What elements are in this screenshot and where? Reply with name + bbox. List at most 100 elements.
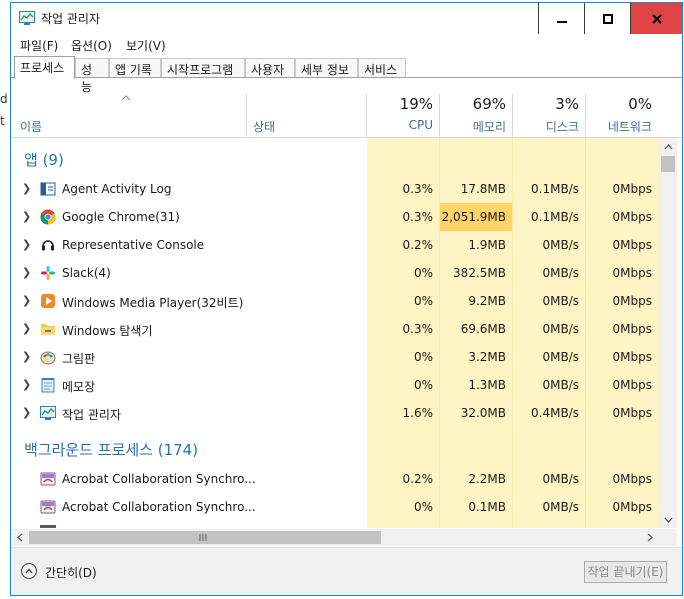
network-value: 0Mbps xyxy=(612,238,652,252)
scroll-left-button[interactable] xyxy=(11,529,28,546)
network-value: 0Mbps xyxy=(612,406,652,420)
task-manager-window: 작업 관리자 파일(F) 옵션(O) 보기(V) 프로세스 성능 앱 기록 시작… xyxy=(10,2,683,596)
column-network-percent[interactable]: 0% xyxy=(590,95,652,113)
chevron-right-icon[interactable]: ❯ xyxy=(22,182,31,195)
minimize-button[interactable] xyxy=(538,3,584,34)
cpu-value: 0.3% xyxy=(402,182,434,196)
process-row[interactable]: ❯ 작업 관리자 1.6% 32.0MB 0.4MB/s 0Mbps xyxy=(11,399,659,427)
process-row[interactable]: ❯ Representative Console 0.2% 1.9MB 0MB/… xyxy=(11,231,659,259)
vertical-scroll-thumb[interactable] xyxy=(661,156,675,172)
cpu-value: 0% xyxy=(413,378,433,392)
process-name: Agent Activity Log xyxy=(62,182,172,196)
menu-view[interactable]: 보기(V) xyxy=(126,37,166,54)
process-row[interactable]: ❯ Google Chrome(31) 0.3% 2,051.9MB 0.1MB… xyxy=(11,203,659,231)
group-header-background[interactable]: 백그라운드 프로세스 (174) xyxy=(11,434,659,462)
disk-value: 0.1MB/s xyxy=(531,210,579,224)
process-name: Windows 탐색기 xyxy=(62,324,153,338)
menu-options[interactable]: 옵션(O) xyxy=(71,37,112,54)
disk-value: 0.1MB/s xyxy=(531,182,579,196)
title-bar[interactable]: 작업 관리자 xyxy=(11,3,682,34)
cpu-value: 0% xyxy=(413,266,433,280)
group-header-apps[interactable]: 앱 (9) xyxy=(11,144,659,172)
slack-icon xyxy=(41,266,55,280)
tab-app-history[interactable]: 앱 기록 xyxy=(109,58,161,78)
tab-performance[interactable]: 성능 xyxy=(75,58,109,94)
horizontal-scrollbar[interactable] xyxy=(11,529,659,546)
scroll-left-icon xyxy=(16,533,22,542)
close-button[interactable] xyxy=(630,3,682,34)
memory-value: 3.2MB xyxy=(468,350,506,364)
scroll-right-button[interactable] xyxy=(641,529,658,546)
network-value: 0Mbps xyxy=(612,210,652,224)
process-row[interactable]: ❯ Slack(4) 0% 382.5MB 0MB/s 0Mbps xyxy=(11,259,659,287)
process-row[interactable]: ❯ 그림판 0% 3.2MB 0MB/s 0Mbps xyxy=(11,343,659,371)
tab-processes[interactable]: 프로세스 xyxy=(14,56,75,79)
column-memory-percent[interactable]: 69% xyxy=(444,95,506,113)
process-name: Acrobat Collaboration Synchro... xyxy=(62,472,256,486)
chevron-right-icon[interactable]: ❯ xyxy=(22,378,31,391)
network-value: 0Mbps xyxy=(612,182,652,196)
acrobat-sync-icon xyxy=(40,500,56,514)
chevron-right-icon[interactable]: ❯ xyxy=(22,294,31,307)
process-row[interactable]: ❯ Agent Activity Log 0.3% 17.8MB 0.1MB/s… xyxy=(11,175,659,203)
memory-value: 1.9MB xyxy=(468,238,506,252)
chevron-right-icon[interactable]: ❯ xyxy=(22,322,31,335)
disk-value: 0.4MB/s xyxy=(531,406,579,420)
menu-file[interactable]: 파일(F) xyxy=(20,37,58,54)
scroll-down-button[interactable] xyxy=(659,511,677,528)
chevron-up-icon xyxy=(25,568,33,574)
process-row[interactable]: ❯ Windows 탐색기 0.3% 69.6MB 0MB/s 0Mbps xyxy=(11,315,659,343)
column-cpu-percent[interactable]: 19% xyxy=(371,95,433,113)
tab-users[interactable]: 사용자 xyxy=(245,58,295,78)
memory-value: 17.8MB xyxy=(460,182,506,196)
minimize-icon xyxy=(556,20,567,23)
maximize-icon xyxy=(602,13,613,24)
sort-ascending-icon xyxy=(121,95,131,101)
agent-log-icon xyxy=(40,182,56,196)
maximize-button[interactable] xyxy=(584,3,630,34)
grip-icon xyxy=(199,534,207,541)
tab-details[interactable]: 세부 정보 xyxy=(295,58,358,78)
horizontal-scroll-thumb[interactable] xyxy=(29,531,381,544)
column-disk-percent[interactable]: 3% xyxy=(517,95,579,113)
network-value: 0Mbps xyxy=(612,500,652,514)
tab-startup[interactable]: 시작프로그램 xyxy=(161,58,245,78)
cpu-value: 0.2% xyxy=(402,472,434,486)
process-row[interactable]: ❯ 메모장 0% 1.3MB 0MB/s 0Mbps xyxy=(11,371,659,399)
column-memory[interactable]: 메모리 xyxy=(444,118,506,135)
column-disk[interactable]: 디스크 xyxy=(517,118,579,135)
acrobat-sync-icon xyxy=(40,472,56,486)
column-network[interactable]: 네트워크 xyxy=(590,118,652,135)
vertical-scrollbar[interactable] xyxy=(659,138,677,528)
process-row[interactable]: ❯ Windows Media Player(32비트) 0% 9.2MB 0M… xyxy=(11,287,659,315)
fewer-details-link[interactable]: 간단히(D) xyxy=(45,564,97,581)
background-window-edge: d t xyxy=(0,30,10,596)
memory-value: 32.0MB xyxy=(460,406,506,420)
column-status[interactable]: 상태 xyxy=(253,118,275,135)
process-name: Representative Console xyxy=(62,238,205,252)
chevron-right-icon[interactable]: ❯ xyxy=(22,238,31,251)
memory-value: 0.1MB xyxy=(468,500,506,514)
memory-value: 9.2MB xyxy=(468,294,506,308)
scroll-up-icon xyxy=(664,143,672,149)
notepad-icon xyxy=(41,378,55,393)
chevron-right-icon[interactable]: ❯ xyxy=(22,210,31,223)
memory-value: 2,051.9MB xyxy=(441,210,506,224)
window-title: 작업 관리자 xyxy=(41,12,101,26)
network-value: 0Mbps xyxy=(612,472,652,486)
scroll-up-button[interactable] xyxy=(659,138,677,155)
cpu-value: 0% xyxy=(413,350,433,364)
end-task-button[interactable]: 작업 끝내기(E) xyxy=(584,561,667,583)
column-cpu[interactable]: CPU xyxy=(371,118,433,132)
column-name[interactable]: 이름 xyxy=(20,118,42,135)
tab-services[interactable]: 서비스 xyxy=(358,58,406,78)
process-row[interactable]: Acrobat Collaboration Synchro... 0.2% 2.… xyxy=(11,465,659,493)
task-manager-icon xyxy=(40,406,56,420)
chevron-right-icon[interactable]: ❯ xyxy=(22,266,31,279)
chevron-right-icon[interactable]: ❯ xyxy=(22,406,31,419)
process-row[interactable]: Acrobat Collaboration Synchro... 0% 0.1M… xyxy=(11,493,659,521)
chevron-right-icon[interactable]: ❯ xyxy=(22,350,31,363)
process-name: Google Chrome(31) xyxy=(62,210,180,224)
cpu-value: 0% xyxy=(413,500,433,514)
fewer-details-button[interactable] xyxy=(21,563,37,579)
